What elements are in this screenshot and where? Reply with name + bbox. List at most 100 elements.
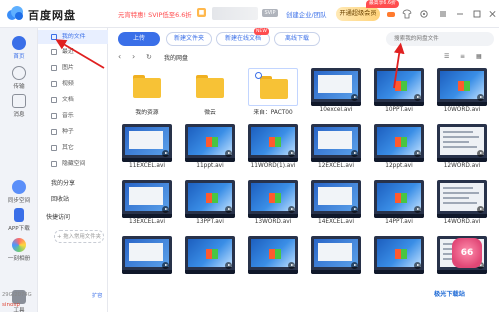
username-blurred[interactable] — [212, 7, 258, 20]
sidebar-item[interactable]: 我的文件 — [38, 30, 108, 44]
video-file-item[interactable]: 13WORD.avi — [242, 178, 304, 236]
play-icon[interactable] — [162, 206, 169, 213]
sidebar-item[interactable]: 音乐 — [38, 109, 108, 123]
video-file-item[interactable] — [305, 234, 367, 292]
rail-item-album[interactable]: 一刻相册 — [0, 238, 38, 262]
folder-item[interactable]: 微云 — [179, 66, 241, 124]
rail-item-message[interactable]: 消息 — [0, 94, 38, 118]
video-file-item[interactable]: 11EXCEL.avi — [116, 122, 178, 180]
video-file-item[interactable] — [179, 234, 241, 292]
folder-item[interactable]: 来自：PACT00 — [242, 66, 304, 124]
sidebar-item[interactable]: 隐藏空间 — [38, 157, 108, 171]
video-file-item[interactable]: 13PPT.avi — [179, 178, 241, 236]
video-file-item[interactable] — [368, 234, 430, 292]
play-icon[interactable] — [351, 206, 358, 213]
rail-item-home[interactable]: 首页 — [0, 36, 38, 60]
sidebar-item-label: 音乐 — [62, 113, 74, 119]
promo-link[interactable]: 元宵特惠! SVIP低至6.6折 — [118, 10, 192, 19]
settings-icon[interactable] — [419, 9, 429, 19]
folder-item[interactable]: 我的资源 — [116, 66, 178, 124]
expand-storage-link[interactable]: 扩容 — [92, 292, 102, 299]
video-file-item[interactable]: 11ppt.avi — [179, 122, 241, 180]
file-name: 11ppt.avi — [196, 163, 224, 169]
video-file-item[interactable]: 13EXCEL.avi — [116, 178, 178, 236]
game-icon[interactable] — [386, 9, 396, 19]
sidebar-item-icon — [51, 145, 57, 151]
play-icon[interactable] — [225, 206, 232, 213]
album-icon — [12, 238, 26, 252]
video-file-item[interactable]: 10WORD.avi — [431, 66, 493, 124]
video-file-item[interactable]: 11WORD(1).avi — [242, 122, 304, 180]
add-quick-folder-button[interactable]: + 拖入常用文件夹 — [54, 230, 104, 243]
upload-button[interactable]: 上传 — [118, 32, 160, 46]
minimize-icon[interactable] — [455, 9, 465, 19]
search-input[interactable] — [386, 32, 494, 46]
back-arrow-icon[interactable]: ‹ — [118, 52, 121, 61]
play-icon[interactable] — [351, 150, 358, 157]
play-icon[interactable] — [162, 262, 169, 269]
sidebar-item-label: 其它 — [62, 145, 74, 151]
offline-download-button[interactable]: 离线下载 — [274, 32, 320, 46]
tshirt-icon[interactable] — [402, 9, 412, 19]
maximize-icon[interactable] — [472, 9, 482, 19]
play-icon[interactable] — [288, 150, 295, 157]
rail-item-transfer[interactable]: 传输 — [0, 66, 38, 90]
play-icon[interactable] — [288, 206, 295, 213]
pet-widget[interactable]: 66 — [452, 238, 482, 268]
play-icon[interactable] — [414, 206, 421, 213]
video-file-item[interactable]: 14WORD.avi — [431, 178, 493, 236]
my-share-link[interactable]: 我的分享 — [51, 178, 75, 187]
video-thumbnail — [248, 180, 298, 218]
video-file-item[interactable]: 10PPT.avi — [368, 66, 430, 124]
play-icon[interactable] — [477, 206, 484, 213]
sidebar-item[interactable]: 视频 — [38, 77, 108, 91]
grid-view-icon[interactable]: ▦ — [476, 53, 482, 60]
file-name: 12ppt.avi — [385, 163, 413, 169]
video-file-item[interactable]: 12ppt.avi — [368, 122, 430, 180]
rail-item-sync[interactable]: 同步空间 — [0, 180, 38, 204]
play-icon[interactable] — [162, 150, 169, 157]
video-file-item[interactable]: 14PPT.avi — [368, 178, 430, 236]
sidebar-item-label: 种子 — [62, 129, 74, 135]
close-icon[interactable] — [488, 9, 497, 19]
list-view-icon[interactable]: ≡ — [460, 53, 465, 60]
sidebar-item-label: 我的文件 — [62, 34, 86, 40]
new-folder-button[interactable]: 新建文件夹 — [166, 32, 212, 46]
play-icon[interactable] — [414, 150, 421, 157]
quick-access-header[interactable]: 快捷访问 — [46, 212, 70, 221]
sidebar-item[interactable]: 其它 — [38, 141, 108, 155]
gift-icon[interactable]: ■ — [197, 8, 206, 17]
play-icon[interactable] — [351, 262, 358, 269]
play-icon[interactable] — [225, 262, 232, 269]
play-icon[interactable] — [351, 94, 358, 101]
breadcrumb[interactable]: 我的网盘 — [164, 53, 188, 62]
video-file-item[interactable]: 12EXCEL.avi — [305, 122, 367, 180]
refresh-icon[interactable]: ↻ — [146, 53, 152, 61]
play-icon[interactable] — [414, 94, 421, 101]
file-name: 10excel.avi — [319, 107, 353, 113]
sort-icon[interactable]: ☰ — [444, 53, 449, 60]
play-icon[interactable] — [288, 262, 295, 269]
video-file-item[interactable]: 12WORD.avi — [431, 122, 493, 180]
play-icon[interactable] — [477, 150, 484, 157]
video-file-item[interactable]: 10excel.avi — [305, 66, 367, 124]
menu-icon[interactable] — [438, 9, 448, 19]
sidebar-item[interactable]: 种子 — [38, 125, 108, 139]
sidebar-item[interactable]: 图片 — [38, 61, 108, 75]
select-checkbox[interactable] — [255, 72, 262, 79]
recycle-bin-link[interactable]: 回收站 — [51, 194, 69, 203]
open-svip-button[interactable]: 开通超级会员 — [336, 7, 380, 21]
sidebar-item[interactable]: 最近 — [38, 45, 108, 59]
play-icon[interactable] — [414, 262, 421, 269]
create-enterprise-link[interactable]: 创建企业/团队 — [286, 10, 327, 19]
forward-arrow-icon[interactable]: › — [132, 52, 135, 61]
video-file-item[interactable] — [242, 234, 304, 292]
play-icon[interactable] — [225, 150, 232, 157]
play-icon[interactable] — [477, 94, 484, 101]
video-file-item[interactable]: 14EXCEL.avi — [305, 178, 367, 236]
file-name: 13EXCEL.avi — [129, 219, 165, 225]
video-thumbnail — [437, 124, 487, 162]
sidebar-item[interactable]: 文档 — [38, 93, 108, 107]
video-file-item[interactable] — [116, 234, 178, 292]
rail-item-app-download[interactable]: APP下载 — [0, 208, 38, 232]
